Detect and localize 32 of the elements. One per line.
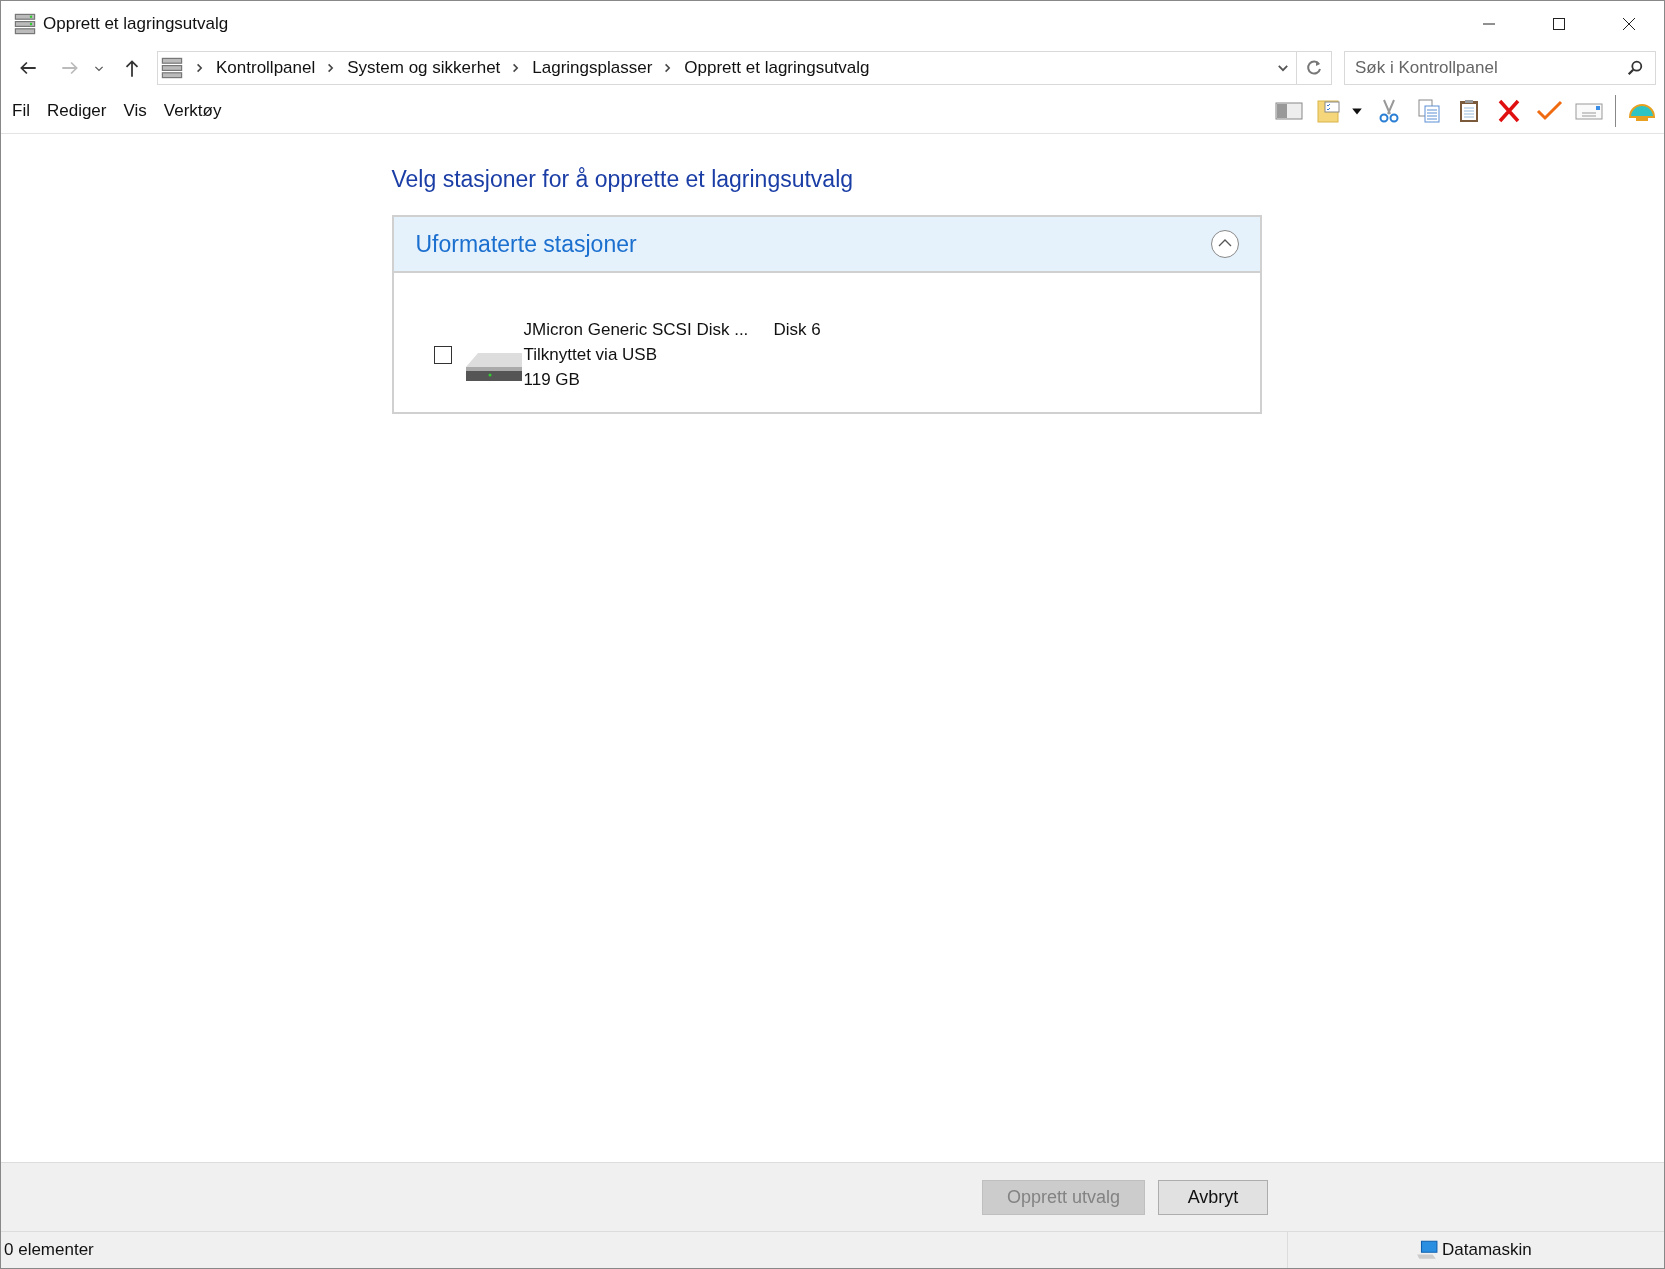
refresh-button[interactable] [1297,51,1332,85]
folder-checklist-icon[interactable] [1315,99,1343,123]
breadcrumb-item[interactable]: System og sikkerhet [347,58,501,78]
menu-item[interactable]: Rediger [46,101,107,121]
page-heading: Velg stasjoner for å opprette et lagringsutvalg [391,166,855,193]
breadcrumb-item[interactable]: Opprett et lagringsutvalg [684,58,870,78]
pane-layout-icon[interactable] [1275,99,1303,123]
storage-stack-icon [13,12,37,36]
item-count: 0 elementer [3,1240,95,1260]
breadcrumb-item[interactable]: Lagringsplasser [532,58,653,78]
group-title: Uformaterte stasjoner [415,230,638,258]
drive-connection: Tilknyttet via USB [523,344,659,366]
drive-name: JMicron Generic SCSI Disk ... [523,319,750,341]
address-bar[interactable]: Kontrollpanel System og sikkerhet Lagringsplasser Opprett et lagringsutvalg [157,51,1297,85]
drive-size: 119 GB [523,369,581,391]
checkmark-icon[interactable] [1535,99,1563,123]
refresh-icon [1304,58,1324,78]
menu-item[interactable]: Verktøy [163,101,222,121]
collapse-chevron-icon[interactable] [1209,229,1240,259]
disk-number: Disk 6 [773,319,821,341]
search-field[interactable]: Søk i Kontrollpanel [1344,51,1656,85]
group-header[interactable]: Uformaterte stasjoner [393,217,1260,273]
storage-stack-icon [160,56,184,80]
menu-item[interactable]: Fil [12,101,30,121]
location-label: Datamaskin [1442,1240,1532,1260]
menu-item[interactable]: Vis [123,101,147,121]
window-title: Opprett et lagringsutvalg [43,14,229,34]
breadcrumb-item[interactable]: Kontrollpanel [216,58,316,78]
dialog-button[interactable]: Avbryt [1158,1179,1268,1215]
checkbox[interactable] [433,345,452,364]
search-icon [1626,59,1644,77]
computer-icon [1416,1240,1438,1260]
